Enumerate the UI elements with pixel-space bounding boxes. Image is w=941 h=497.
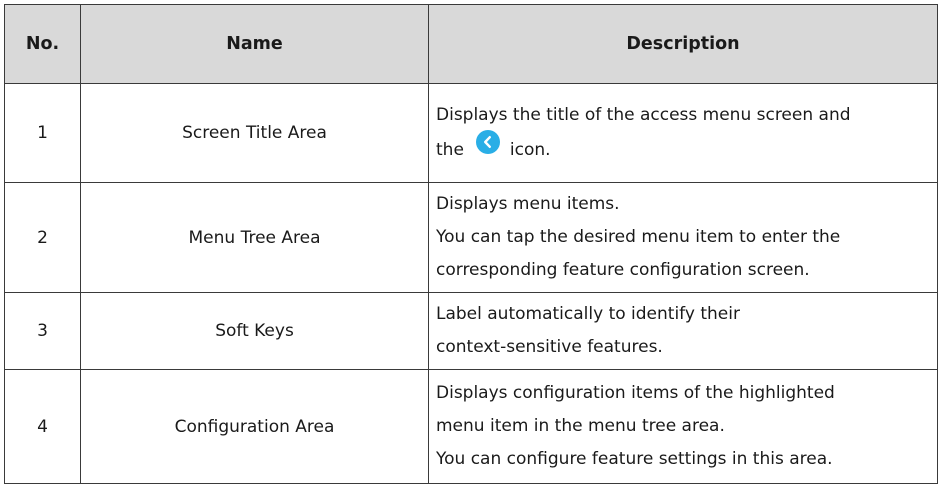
header-no: No. [4,4,81,84]
row-name: Configuration Area [80,369,429,484]
description-line: menu item in the menu tree area. [436,416,725,436]
description-line: You can configure feature settings in th… [436,449,833,469]
table-row: 2 Menu Tree Area Displays menu items. Yo… [4,182,938,293]
back-chevron-icon [475,129,500,166]
row-name: Menu Tree Area [80,182,429,293]
row-description: Displays configuration items of the high… [428,369,938,484]
description-line: Displays configuration items of the high… [436,383,835,403]
row-name: Screen Title Area [80,83,429,183]
menu-areas-table: No. Name Description 1 Screen Title Area… [4,4,938,484]
row-number: 3 [4,292,81,370]
description-line: You can tap the desired menu item to ent… [436,227,841,247]
table-row: 3 Soft Keys Label automatically to ident… [4,292,938,370]
description-line: Displays the title of the access menu sc… [436,104,851,125]
table-body: 1 Screen Title Area Displays the title o… [4,83,938,484]
description-text: icon. [509,139,551,160]
header-description: Description [428,4,938,84]
description-line: Label automatically to identify their [436,304,740,324]
row-number: 4 [4,369,81,484]
description-line: corresponding feature configuration scre… [436,260,810,280]
table-header: No. Name Description [4,4,938,84]
description-line-with-icon: the icon. [436,129,933,168]
description-text: the [436,139,464,160]
row-description: Displays the title of the access menu sc… [428,83,938,183]
row-name: Soft Keys [80,292,429,370]
row-number: 2 [4,182,81,293]
row-description: Label automatically to identify their co… [428,292,938,370]
header-row: No. Name Description [4,4,938,84]
table-row: 4 Configuration Area Displays configurat… [4,369,938,484]
row-description: Displays menu items. You can tap the des… [428,182,938,293]
table-row: 1 Screen Title Area Displays the title o… [4,83,938,183]
description-line: context-sensitive features. [436,337,663,357]
header-name: Name [80,4,429,84]
row-number: 1 [4,83,81,183]
description-line: Displays menu items. [436,194,620,214]
